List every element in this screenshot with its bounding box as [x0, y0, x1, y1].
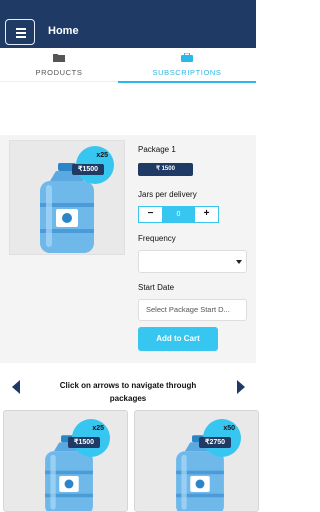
jars-per-delivery-label: Jars per delivery	[138, 190, 197, 199]
decrement-button[interactable]: −	[139, 207, 163, 222]
tab-bar: PRODUCTS SUBSCRIPTIONS	[0, 48, 256, 83]
quantity-badge: x50 ₹2750	[199, 419, 241, 457]
package-card[interactable]: x50 ₹2750	[134, 410, 259, 512]
badge-price: ₹2750	[199, 437, 231, 448]
quantity-badge: x25 ₹1500	[68, 419, 110, 457]
badge-quantity: x25	[96, 152, 108, 159]
quantity-badge: x25 ₹1500	[72, 146, 114, 184]
page-title: Home	[48, 25, 79, 37]
navigation-hint: Click on arrows to navigate through pack…	[59, 381, 197, 403]
tab-products[interactable]: PRODUCTS	[0, 48, 118, 82]
product-image: x25 ₹1500	[9, 140, 125, 255]
tab-subscriptions-label: SUBSCRIPTIONS	[152, 68, 222, 77]
start-date-field[interactable]: Select Package Start D...	[138, 299, 247, 321]
active-tab-indicator	[118, 81, 256, 83]
quantity-stepper: − 0 +	[138, 206, 219, 223]
package-title: Package 1	[138, 145, 176, 154]
next-arrow-icon[interactable]	[237, 380, 245, 394]
package-price: ₹ 1500	[138, 163, 193, 176]
tab-subscriptions[interactable]: SUBSCRIPTIONS	[118, 48, 256, 83]
package-card[interactable]: x25 ₹1500	[3, 410, 128, 512]
increment-button[interactable]: +	[194, 207, 218, 222]
product-panel: x25 ₹1500 Package 1 ₹ 1500 Jars per deli…	[0, 135, 256, 363]
menu-button[interactable]	[5, 19, 35, 45]
folder-icon	[53, 54, 65, 62]
frequency-label: Frequency	[138, 234, 176, 243]
prev-arrow-icon[interactable]	[12, 380, 20, 394]
badge-quantity: x25	[92, 425, 104, 432]
badge-price: ₹1500	[72, 164, 104, 175]
caret-down-icon	[236, 260, 242, 264]
quantity-value[interactable]: 0	[163, 207, 194, 222]
badge-price: ₹1500	[68, 437, 100, 448]
start-date-label: Start Date	[138, 283, 175, 292]
add-to-cart-button[interactable]: Add to Cart	[138, 327, 218, 351]
frequency-select[interactable]	[138, 250, 247, 273]
briefcase-icon	[181, 53, 193, 62]
app-bar: Home	[0, 0, 256, 48]
badge-quantity: x50	[223, 425, 235, 432]
tab-products-label: PRODUCTS	[35, 68, 83, 77]
